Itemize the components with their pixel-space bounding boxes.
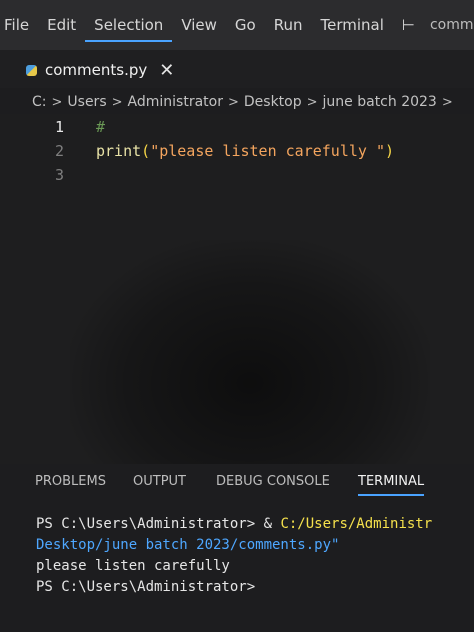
panel-tab-bar: PROBLEMS OUTPUT DEBUG CONSOLE TERMINAL: [0, 470, 474, 500]
bottom-panel: PROBLEMS OUTPUT DEBUG CONSOLE TERMINAL P…: [0, 464, 474, 632]
terminal-prompt-line[interactable]: PS C:\Users\Administrator>: [36, 579, 255, 595]
terminal-output[interactable]: please listen carefully: [36, 558, 230, 574]
python-file-icon: [26, 64, 37, 76]
chevron-right-icon: >: [441, 94, 453, 110]
editor-tab-strip: comments.py ✕: [0, 50, 474, 88]
menu-bar: File Edit Selection View Go Run Terminal…: [0, 0, 474, 50]
chevron-right-icon: >: [111, 94, 123, 110]
tab-problems[interactable]: PROBLEMS: [35, 474, 106, 489]
code-function-name: print: [96, 142, 142, 160]
tab-output[interactable]: OUTPUT: [133, 474, 186, 489]
menu-go[interactable]: Go: [226, 16, 265, 34]
line-number: 1: [54, 118, 64, 136]
breadcrumb-item-administrator[interactable]: Administrator: [128, 94, 223, 110]
code-close-paren: ): [385, 142, 395, 160]
code-line[interactable]: 2 print("please listen carefully "): [0, 142, 474, 166]
line-number: 2: [54, 142, 64, 160]
menu-help[interactable]: ⊢: [393, 16, 424, 34]
code-line[interactable]: 1 #: [0, 118, 474, 142]
vscode-window: File Edit Selection View Go Run Terminal…: [0, 0, 474, 632]
menu-run[interactable]: Run: [265, 16, 312, 34]
tab-terminal[interactable]: TERMINAL: [358, 474, 425, 496]
breadcrumb-item-users[interactable]: Users: [67, 94, 106, 110]
tab-debug-console[interactable]: DEBUG CONSOLE: [216, 474, 330, 489]
code-string: "please listen carefully ": [150, 142, 385, 160]
close-icon[interactable]: ✕: [159, 60, 174, 81]
code-comment: #: [96, 118, 106, 136]
window-title: comm: [429, 17, 474, 33]
tab-comments-py[interactable]: comments.py ✕: [26, 56, 174, 84]
tab-label: comments.py: [45, 61, 148, 79]
code-editor[interactable]: 1 # 2 print("please listen carefully ") …: [0, 114, 474, 464]
code-line[interactable]: 3: [0, 166, 474, 190]
breadcrumb-item-desktop[interactable]: Desktop: [244, 94, 302, 110]
terminal-line[interactable]: Desktop/june batch 2023/comments.py": [36, 537, 339, 553]
breadcrumb: C: > Users > Administrator > Desktop > j…: [32, 91, 458, 113]
terminal-prompt: PS C:\Users\Administrator> &: [36, 516, 281, 532]
menu-view[interactable]: View: [172, 16, 226, 34]
terminal-command-path: C:/Users/Administr: [280, 516, 433, 532]
line-number: 3: [54, 166, 64, 184]
code-open-paren: (: [141, 142, 151, 160]
menu-file[interactable]: File: [0, 16, 38, 34]
terminal-line[interactable]: PS C:\Users\Administrator> & C:/Users/Ad…: [36, 516, 432, 532]
breadcrumb-item-folder[interactable]: june batch 2023: [323, 94, 437, 110]
code-statement: print("please listen carefully "): [96, 142, 394, 160]
chevron-right-icon: >: [51, 94, 63, 110]
chevron-right-icon: >: [227, 94, 239, 110]
menu-selection[interactable]: Selection: [85, 16, 173, 42]
breadcrumb-item-drive[interactable]: C:: [32, 94, 47, 110]
chevron-right-icon: >: [306, 94, 318, 110]
menu-terminal[interactable]: Terminal: [312, 16, 393, 34]
menu-edit[interactable]: Edit: [38, 16, 85, 34]
